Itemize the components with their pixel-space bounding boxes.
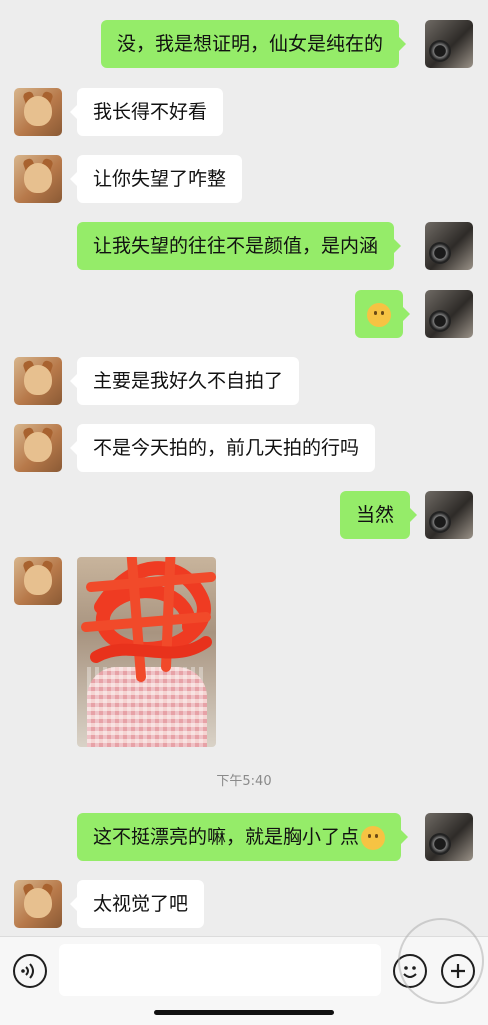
contact-avatar[interactable] (14, 88, 62, 136)
self-avatar[interactable] (425, 813, 473, 861)
camera-icon (429, 310, 451, 332)
chat-area: 没，我是想证明，仙女是纯在的 我长得不好看 让你失望了咋整 让我失望的往往不是颜… (0, 0, 488, 936)
message-text: 让我失望的往往不是颜值，是内涵 (93, 235, 379, 257)
message-text: 让你失望了咋整 (93, 168, 227, 190)
message-timestamp: 下午5:40 (216, 774, 272, 789)
message-text: 当然 (356, 504, 395, 526)
redaction-scribble (81, 557, 216, 682)
incoming-message[interactable]: 太视觉了吧 (69, 880, 205, 928)
dog-icon (24, 365, 52, 395)
outgoing-message[interactable] (355, 290, 410, 338)
dog-icon (24, 432, 52, 462)
watermark-logo (398, 918, 484, 1004)
outgoing-message[interactable]: 当然 (340, 491, 418, 539)
outgoing-message[interactable]: 这不挺漂亮的嘛，就是胸小了点 (77, 813, 409, 861)
self-avatar[interactable] (425, 290, 473, 338)
self-avatar[interactable] (425, 491, 473, 539)
contact-avatar[interactable] (14, 424, 62, 472)
thinking-emoji-icon (361, 825, 386, 850)
message-text: 太视觉了吧 (93, 893, 189, 915)
camera-icon (429, 242, 451, 264)
message-text: 主要是我好久不自拍了 (93, 370, 284, 392)
contact-avatar[interactable] (14, 155, 62, 203)
self-avatar[interactable] (425, 222, 473, 270)
contact-avatar[interactable] (14, 557, 62, 605)
outgoing-message[interactable]: 让我失望的往往不是颜值，是内涵 (77, 222, 402, 270)
message-input[interactable] (59, 944, 381, 996)
dog-icon (24, 888, 52, 918)
dog-icon (24, 96, 52, 126)
home-indicator (154, 1010, 334, 1015)
hug-emoji-icon (367, 302, 391, 327)
message-text: 没，我是想证明，仙女是纯在的 (117, 33, 384, 55)
camera-icon (429, 833, 451, 855)
contact-avatar[interactable] (14, 357, 62, 405)
camera-icon (429, 40, 451, 62)
incoming-message[interactable]: 我长得不好看 (69, 88, 224, 136)
voice-icon[interactable] (13, 954, 47, 988)
dog-icon (24, 163, 52, 193)
incoming-message[interactable]: 主要是我好久不自拍了 (69, 357, 300, 405)
self-avatar[interactable] (425, 20, 473, 68)
dog-icon (24, 565, 52, 595)
message-text: 不是今天拍的，前几天拍的行吗 (93, 437, 360, 459)
message-text: 我长得不好看 (93, 101, 208, 123)
outgoing-message[interactable]: 没，我是想证明，仙女是纯在的 (101, 20, 407, 68)
incoming-message[interactable]: 不是今天拍的，前几天拍的行吗 (69, 424, 376, 472)
message-text: 这不挺漂亮的嘛，就是胸小了点 (93, 826, 360, 848)
selfie-photo[interactable] (77, 557, 216, 747)
contact-avatar[interactable] (14, 880, 62, 928)
camera-icon (429, 511, 451, 533)
incoming-message[interactable]: 让你失望了咋整 (69, 155, 243, 203)
